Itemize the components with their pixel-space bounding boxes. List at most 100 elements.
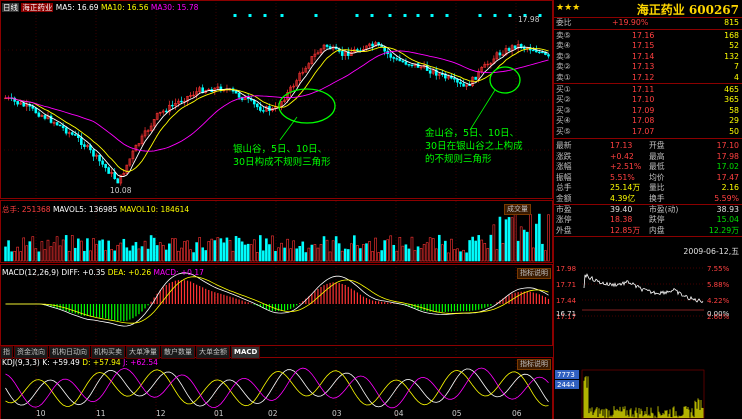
level-volume: 132	[724, 51, 739, 61]
quote-value: 5.59%	[714, 194, 739, 203]
x-tick: 02	[268, 409, 278, 418]
volume-bar	[89, 250, 92, 262]
volume-bar	[168, 243, 171, 262]
quote-label: 均价	[649, 172, 665, 182]
sell-level-row: 卖① 17.12 4	[554, 73, 742, 83]
sell-level-row: 卖④ 17.15 52	[554, 41, 742, 51]
intraday-pct-tick: 5.88%	[707, 281, 730, 289]
dea-value: DEA: +0.26	[107, 268, 152, 277]
volume-bar	[340, 250, 344, 262]
intraday-pct-tick: 4.22%	[707, 297, 730, 305]
candle-body	[535, 50, 538, 53]
volume-bar	[365, 243, 368, 262]
macd-explain-button[interactable]: 指标说明	[517, 268, 551, 279]
volume-bar	[528, 214, 532, 262]
volume-bar	[532, 247, 535, 262]
row-label: 委比	[556, 18, 572, 27]
tab-large-order-amount[interactable]: 大单金额	[196, 346, 230, 359]
level-volume: 365	[724, 95, 739, 105]
quote-row: 涨跌 +0.42 最高 17.98	[554, 152, 742, 162]
period-label[interactable]: 日线	[2, 3, 19, 12]
volume-button[interactable]: 成交量	[504, 204, 531, 215]
sell-level-row: 卖② 17.13 7	[554, 62, 742, 72]
volume-bar	[155, 245, 159, 262]
volume-bar	[61, 239, 65, 262]
marker-dot	[248, 14, 252, 17]
level-label: 卖①	[556, 72, 571, 82]
volume-bar	[453, 249, 456, 262]
row-value2: 815	[724, 18, 739, 27]
tab-macd[interactable]: MACD	[231, 346, 261, 359]
candle-body	[83, 144, 86, 147]
volume-bar	[198, 237, 201, 262]
volume-bar	[337, 243, 341, 262]
volume-bar	[328, 251, 332, 262]
intraday-chart[interactable]: 17.9817.7117.4417.177.55%5.88%4.22%2.60%…	[554, 258, 742, 419]
candle-body	[410, 64, 414, 67]
volume-bar	[459, 251, 462, 262]
quote-value: +2.51%	[610, 162, 642, 172]
volume-bar	[295, 248, 299, 262]
volume-bar	[262, 250, 265, 262]
volume-bar	[268, 244, 271, 262]
volume-bar	[422, 244, 426, 262]
quote-label: 最低	[649, 162, 665, 172]
level-volume: 465	[724, 85, 739, 94]
quote-row: 涨停 18.38 跌停 15.04	[554, 215, 742, 225]
volume-bar	[119, 242, 123, 262]
marker-dot	[416, 14, 420, 17]
tab-retail-count[interactable]: 散户数量	[161, 346, 195, 359]
annotation-line: 金山谷，5日、10日、	[425, 128, 520, 139]
volume-bar	[116, 244, 120, 262]
intraday-vol-label: 2444	[557, 381, 575, 389]
volume-bar	[465, 252, 468, 262]
volume-bar	[210, 238, 214, 262]
volume-bar	[304, 252, 308, 262]
intraday-date: 2009-06-12,五	[683, 247, 739, 256]
volume-bar	[180, 247, 183, 262]
quote-label: 总手	[556, 183, 572, 193]
candle-body	[34, 107, 38, 114]
low-price-marker: 10.08	[110, 186, 132, 195]
candle-body	[98, 154, 101, 162]
candle-body	[104, 163, 107, 168]
gold-valley-annotation: 金山谷，5日、10日、 30日在银山谷之上构成 的不规则三角形	[425, 127, 523, 166]
kdj-line	[5, 367, 549, 409]
quote-value: 17.10	[716, 141, 739, 150]
volume-bar	[128, 250, 132, 262]
volume-bar	[28, 241, 32, 262]
volume-bar	[507, 217, 511, 262]
volume-bar	[98, 240, 101, 262]
diff-value: DIFF: +0.35	[61, 268, 106, 277]
volume-bar	[501, 243, 505, 262]
volume-bar	[404, 244, 408, 262]
macd-header: MACD(12,26,9) DIFF: +0.35 DEA: +0.26 MAC…	[2, 268, 204, 277]
candle-body	[43, 115, 47, 119]
level-price: 17.07	[632, 126, 655, 136]
volume-bar	[125, 247, 129, 262]
volume-bar	[252, 239, 256, 262]
candle-body	[16, 101, 19, 105]
volume-bar	[64, 235, 68, 262]
candle-body	[70, 132, 74, 135]
volume-bar	[401, 245, 405, 262]
candle-body	[507, 48, 511, 51]
quote-value: 5.51%	[610, 172, 635, 182]
volume-bar	[516, 240, 520, 262]
volume-bar	[413, 250, 417, 262]
volume-bar	[441, 244, 444, 262]
quote-label: 跌停	[649, 215, 665, 225]
volume-bar	[286, 238, 289, 262]
volume-bar	[498, 216, 502, 262]
buy-level-row: 买⑤ 17.07 50	[554, 127, 742, 137]
volume-bar	[222, 242, 226, 262]
quote-label: 换手	[649, 194, 665, 203]
macd-lines	[5, 272, 549, 327]
kdj-explain-button[interactable]: 指标说明	[517, 359, 551, 370]
volume-bar	[149, 235, 153, 262]
kdj-lines	[5, 367, 549, 409]
annotation-line: 30日构成不规则三角形	[233, 157, 331, 168]
candle-body	[107, 167, 110, 174]
level-label: 卖④	[556, 41, 571, 51]
volume-bar	[137, 248, 141, 262]
